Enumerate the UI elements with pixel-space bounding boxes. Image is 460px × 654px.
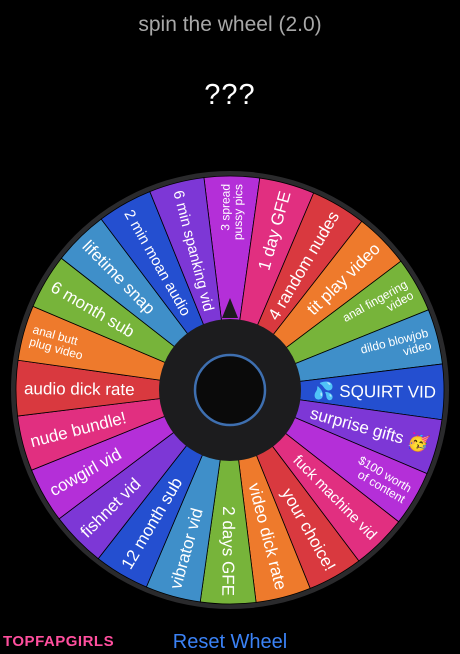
- wheel-segment-label: audio dick rate: [24, 379, 135, 399]
- spin-button[interactable]: [193, 353, 267, 427]
- wheel-segment-label: 2 days GFE: [218, 506, 238, 596]
- wheel-segment-label: 💦 SQUIRT VID: [313, 380, 436, 403]
- prize-wheel[interactable]: 3 spreadpussy pics 1 day GFE4 random nude…: [0, 0, 460, 653]
- watermark-logo: TOPFAPGIRLS: [3, 633, 115, 650]
